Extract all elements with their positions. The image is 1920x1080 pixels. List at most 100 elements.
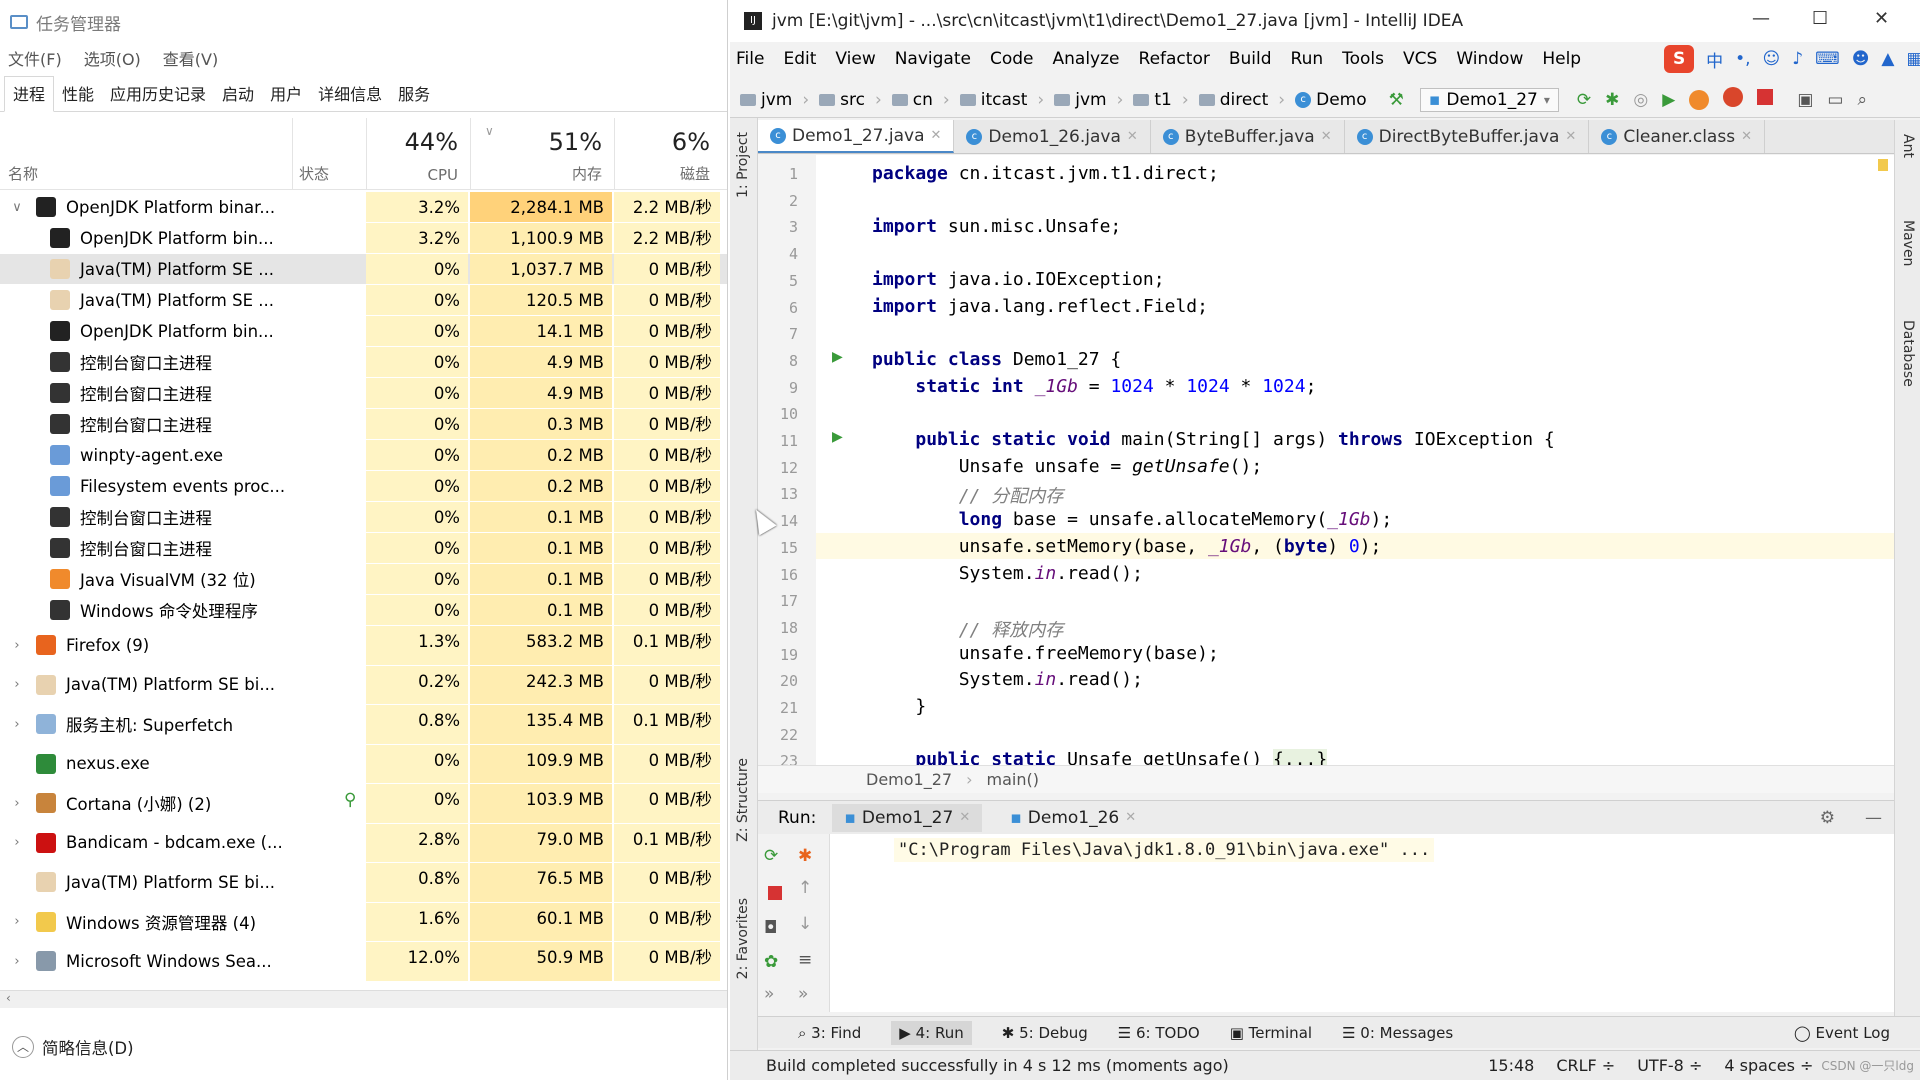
ant-tool-button[interactable]: Ant — [1900, 134, 1916, 158]
soft-wrap-icon[interactable]: ≡ — [798, 950, 820, 972]
tab-demo1-26[interactable]: c Demo1_26.java ✕ — [954, 120, 1151, 153]
tab-services[interactable]: 服务 — [390, 77, 438, 111]
process-row[interactable]: Java(TM) Platform SE ... 0% 1,037.7 MB 0 MB… — [0, 254, 727, 284]
status-column-header[interactable]: 状态 — [292, 118, 364, 190]
process-row[interactable]: OpenJDK Platform bin... 3.2% 1,100.9 MB 2.2… — [0, 223, 727, 253]
tab-directbytebuffer[interactable]: c DirectByteBuffer.java ✕ — [1345, 120, 1590, 153]
ime-skin-icon[interactable]: ▲ — [1881, 49, 1894, 69]
menu-edit[interactable]: Edit — [783, 49, 816, 69]
process-row[interactable]: › Java(TM) Platform SE bi... 0.2% 242.3 MB 0… — [0, 665, 727, 704]
tab-demo1-27[interactable]: c Demo1_27.java ✕ — [758, 120, 955, 153]
hide-panel-icon[interactable]: — — [1865, 808, 1882, 828]
code-editor[interactable]: 1 2 3 4 5 6 7 8 9 10 11 12 13 14 15 16 17 18 19 20 21 22 23 ▶ … — [758, 155, 1894, 770]
menu-analyze[interactable]: Analyze — [1053, 49, 1120, 69]
close-tab-icon[interactable]: ✕ — [1127, 129, 1138, 144]
expand-chevron-icon[interactable]: › — [8, 796, 26, 811]
breadcrumb-src[interactable]: src — [819, 90, 865, 110]
expand-chevron-icon[interactable]: › — [8, 638, 26, 653]
menu-build[interactable]: Build — [1229, 49, 1272, 69]
menu-code[interactable]: Code — [990, 49, 1034, 69]
debug-bug-icon[interactable]: ✱ — [1605, 90, 1619, 110]
analysis-status-icon[interactable] — [1878, 159, 1888, 171]
maven-tool-button[interactable]: Maven — [1900, 220, 1916, 266]
stop-icon[interactable] — [764, 882, 786, 904]
expand-chevron-icon[interactable]: › — [8, 677, 26, 692]
expand-chevron-icon[interactable]: › — [8, 954, 26, 969]
menu-window[interactable]: Window — [1456, 49, 1523, 69]
close-tab-icon[interactable]: ✕ — [959, 810, 970, 825]
ime-chinese-icon[interactable]: 中 — [1706, 47, 1723, 72]
close-icon[interactable]: ✕ — [1874, 8, 1889, 29]
tab-users[interactable]: 用户 — [262, 77, 310, 111]
breadcrumb-cn[interactable]: cn — [891, 90, 933, 110]
structure-tool-button[interactable]: Z: Structure — [735, 758, 751, 842]
close-tab-icon[interactable]: ✕ — [1125, 810, 1136, 825]
stop-icon[interactable] — [1757, 89, 1774, 110]
up-arrow-icon[interactable]: ↑ — [798, 878, 820, 900]
menu-tools[interactable]: Tools — [1342, 49, 1384, 69]
search-icon[interactable]: ⌕ — [1857, 90, 1867, 110]
tab-cleaner[interactable]: c Cleaner.class ✕ — [1589, 120, 1765, 153]
project-tool-button[interactable]: 1: Project — [735, 132, 751, 198]
memory-column-header[interactable]: ∨ 51% 内存 — [470, 118, 612, 190]
process-row[interactable]: Java VisualVM (32 位) 0% 0.1 MB 0 MB/秒 — [0, 564, 727, 594]
status-message[interactable]: Build completed successfully in 4 s 12 m… — [766, 1056, 1229, 1075]
plugin-orange-icon[interactable] — [1689, 89, 1710, 110]
menu-file[interactable]: File — [736, 49, 764, 69]
process-row[interactable]: Filesystem events proc... 0% 0.2 MB 0 MB/秒 — [0, 471, 727, 501]
database-tool-button[interactable]: Database — [1900, 320, 1916, 387]
close-tab-icon[interactable]: ✕ — [1565, 129, 1576, 144]
breadcrumb-jvm[interactable]: jvm — [740, 90, 792, 110]
process-row[interactable]: 控制台窗口主进程 0% 4.9 MB 0 MB/秒 — [0, 378, 727, 408]
minimize-icon[interactable]: — — [1752, 8, 1770, 29]
process-row[interactable]: › 服务主机: Superfetch 0.8% 135.4 MB 0.1 MB/秒 — [0, 705, 727, 744]
run-tool-button[interactable]: ▶ 4: Run — [891, 1020, 972, 1045]
process-row[interactable]: › Cortana (小娜) (2) 0% 103.9 MB 0 MB/秒 ⚲ — [0, 784, 727, 823]
tm-horizontal-scrollbar[interactable]: ‹ — [0, 990, 727, 1008]
process-row[interactable]: ∨ OpenJDK Platform binar... 3.2% 2,284.1 MB… — [0, 192, 727, 222]
menu-view[interactable]: View — [835, 49, 875, 69]
tm-menu-options[interactable]: 选项(O) — [84, 46, 141, 70]
breadcrumb-itcast[interactable]: itcast — [959, 90, 1027, 110]
process-row[interactable]: Java(TM) Platform SE ... 0% 120.5 MB 0 MB/秒 — [0, 285, 727, 315]
build-hammer-icon[interactable]: ⚒ — [1389, 90, 1404, 110]
breadcrumb-demo[interactable]: c Demo — [1295, 90, 1367, 110]
breadcrumb-direct[interactable]: direct — [1198, 90, 1268, 110]
tab-bytebuffer[interactable]: c ByteBuffer.java ✕ — [1151, 120, 1345, 153]
run-config-select[interactable]: ▪ Demo1_27 ▾ — [1419, 87, 1559, 112]
run-gutter-icon[interactable]: ▶ — [832, 429, 843, 445]
expand-chevron-icon[interactable]: › — [8, 914, 26, 929]
favorites-tool-button[interactable]: 2: Favorites — [735, 898, 751, 979]
run-tab-demo1-27[interactable]: ▪ Demo1_27 ✕ — [832, 803, 983, 832]
ime-logo-icon[interactable]: S — [1664, 45, 1695, 73]
menu-vcs[interactable]: VCS — [1403, 49, 1437, 69]
tab-startup[interactable]: 启动 — [214, 77, 262, 111]
process-row[interactable]: › Microsoft Windows Sea... 12.0% 50.9 MB 0 M… — [0, 942, 727, 981]
expand-chevron-icon[interactable]: › — [8, 835, 26, 850]
line-separator-select[interactable]: CRLF ÷ — [1556, 1056, 1615, 1075]
down-arrow-icon[interactable]: ↓ — [798, 914, 820, 936]
expand-chevron-icon[interactable]: ∨ — [8, 200, 26, 215]
sdk-icon[interactable]: ▭ — [1827, 90, 1843, 110]
process-row[interactable]: › Windows 资源管理器 (4) 1.6% 60.1 MB 0 MB/秒 — [0, 902, 727, 941]
caret-position[interactable]: 15:48 — [1488, 1056, 1534, 1075]
disk-column-header[interactable]: 6% 磁盘 — [614, 118, 720, 190]
expand-chevron-icon[interactable]: › — [8, 717, 26, 732]
profile-icon[interactable]: ▶ — [1662, 90, 1675, 110]
coverage-icon[interactable]: ◎ — [1633, 90, 1648, 110]
menu-help[interactable]: Help — [1542, 49, 1581, 69]
tab-details[interactable]: 详细信息 — [310, 77, 390, 111]
run-tab-demo1-26[interactable]: ▪ Demo1_26 ✕ — [998, 804, 1148, 832]
todo-tool-button[interactable]: ☰ 6: TODO — [1118, 1024, 1200, 1042]
ime-punct-icon[interactable]: •, — [1735, 49, 1750, 69]
maximize-icon[interactable]: ☐ — [1812, 8, 1828, 29]
find-tool-button[interactable]: ⌕ 3: Find — [798, 1024, 861, 1042]
ime-keyboard-icon[interactable]: ⌨ — [1815, 49, 1840, 69]
breadcrumb-method[interactable]: main() — [986, 770, 1038, 789]
fewer-details-link[interactable]: 简略信息(D) — [42, 1035, 134, 1059]
name-column-header[interactable]: 名称 — [0, 118, 290, 190]
menu-navigate[interactable]: Navigate — [895, 49, 971, 69]
tab-performance[interactable]: 性能 — [54, 77, 102, 111]
close-tab-icon[interactable]: ✕ — [1321, 129, 1332, 144]
fewer-details-icon[interactable]: ︿ — [12, 1036, 34, 1058]
